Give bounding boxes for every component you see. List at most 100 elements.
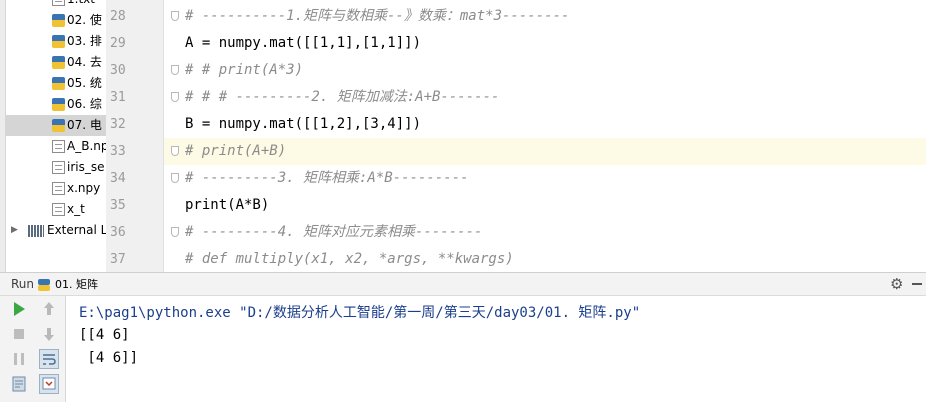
tree-item-02[interactable]: 02. 使: [6, 10, 106, 31]
code-text: B = numpy.mat([[1,2],[3,4]]): [185, 116, 422, 132]
python-file-icon: [52, 35, 65, 48]
fold-marker-icon[interactable]: [171, 146, 179, 156]
fold-marker-icon[interactable]: [171, 11, 179, 21]
line-number: 35: [110, 198, 126, 213]
line-number: 36: [110, 225, 126, 240]
code-text: A = numpy.mat([[1,1],[1,1]]): [185, 35, 422, 51]
fold-marker-icon[interactable]: [171, 65, 179, 75]
project-tree: 1.txt 02. 使 03. 排 04. 去 05. 统 06. 综 07. …: [0, 0, 106, 272]
code-text: # # # ---------2. 矩阵加减法:A+B-------: [185, 89, 500, 105]
tree-item-label: 02. 使: [67, 13, 102, 27]
text-file-icon: [52, 182, 65, 195]
tree-item-04[interactable]: 04. 去: [6, 52, 106, 73]
code-text: print(A*B): [185, 197, 270, 213]
run-tab-label[interactable]: 01. 矩阵: [55, 273, 98, 296]
code-line[interactable]: # def multiply(x1, x2, *args, **kwargs): [164, 246, 926, 273]
tree-item-03[interactable]: 03. 排: [6, 31, 106, 52]
fold-marker-icon[interactable]: [171, 92, 179, 102]
line-number: 33: [110, 144, 126, 159]
code-line[interactable]: # ---------3. 矩阵相乘:A*B---------: [164, 165, 926, 192]
console-output[interactable]: E:\pag1\python.exe "D:/数据分析人工智能/第一周/第三天/…: [66, 296, 926, 402]
tree-list: 1.txt 02. 使 03. 排 04. 去 05. 统 06. 综 07. …: [6, 0, 106, 241]
pause-button[interactable]: [9, 349, 29, 369]
gear-icon[interactable]: ⚙: [890, 273, 903, 296]
tree-item-label: External L: [47, 223, 106, 237]
code-line[interactable]: # ----------1.矩阵与数相乘--》数乘：mat*3--------: [164, 3, 926, 30]
minimize-icon[interactable]: [912, 283, 922, 285]
line-number: 31: [110, 90, 126, 105]
scroll-to-end-toggle[interactable]: [39, 374, 59, 394]
line-number: 37: [110, 252, 126, 267]
print-icon: [12, 376, 26, 392]
code-text: # # print(A*3): [185, 62, 304, 78]
code-editor[interactable]: # ----------1.矩阵与数相乘--》数乘：mat*3-------- …: [106, 0, 926, 272]
python-file-icon: [52, 56, 65, 69]
pause-icon: [14, 353, 24, 365]
code-text: # ---------3. 矩阵相乘:A*B---------: [185, 170, 469, 186]
tree-item-a-b-npy[interactable]: A_B.np: [6, 136, 106, 157]
code-line[interactable]: B = numpy.mat([[1,2],[3,4]]): [164, 111, 926, 138]
text-file-icon: [52, 161, 65, 174]
library-icon: [28, 224, 44, 237]
console-output-line: [[4 6]: [79, 327, 130, 343]
run-panel-title[interactable]: Run: [11, 273, 34, 296]
print-button[interactable]: [9, 374, 29, 394]
tree-item-label: 07. 电: [67, 118, 102, 132]
console-output-line: [4 6]]: [79, 350, 139, 366]
line-number: 28: [110, 9, 126, 24]
run-panel-header: Run 01. 矩阵 ⚙: [0, 272, 926, 296]
arrow-up-icon: [44, 302, 54, 315]
tree-item-05[interactable]: 05. 统: [6, 73, 106, 94]
stop-button[interactable]: [9, 324, 29, 344]
tree-item-label: 1.txt: [67, 0, 95, 10]
expand-arrow-icon[interactable]: ▶: [11, 220, 18, 241]
tree-item-x-t[interactable]: x_t: [6, 199, 106, 220]
code-line[interactable]: # # # ---------2. 矩阵加减法:A+B-------: [164, 84, 926, 111]
fold-marker-icon[interactable]: [171, 173, 179, 183]
code-line[interactable]: # # print(A*3): [164, 57, 926, 84]
text-file-icon: [52, 0, 65, 6]
tree-item-x-npy[interactable]: x.npy: [6, 178, 106, 199]
tree-item-07-selected[interactable]: 07. 电: [6, 115, 106, 136]
play-icon: [14, 302, 25, 316]
tree-item-external-libraries[interactable]: ▶ External L: [6, 220, 106, 241]
python-file-icon: [52, 77, 65, 90]
run-toolbar: [0, 296, 66, 402]
code-text: # print(A+B): [185, 143, 287, 159]
tree-item-label: x.npy: [67, 181, 101, 195]
tree-item-06[interactable]: 06. 综: [6, 94, 106, 115]
tree-item-iris[interactable]: iris_se: [6, 157, 106, 178]
stop-icon: [14, 329, 24, 339]
line-number: 30: [110, 63, 126, 78]
tree-item-label: 06. 综: [67, 97, 102, 111]
code-area[interactable]: # ----------1.矩阵与数相乘--》数乘：mat*3-------- …: [164, 0, 926, 272]
arrow-down-icon: [44, 328, 54, 341]
code-text: # ---------4. 矩阵对应元素相乘--------: [185, 224, 483, 240]
python-run-icon: [37, 277, 51, 291]
tree-item-label: x_t: [67, 202, 85, 216]
soft-wrap-icon: [43, 354, 56, 365]
fold-marker-icon[interactable]: [171, 227, 179, 237]
console-command-line: E:\pag1\python.exe "D:/数据分析人工智能/第一周/第三天/…: [79, 305, 641, 321]
line-number: 32: [110, 117, 126, 132]
python-file-icon: [52, 98, 65, 111]
tree-item-label: iris_se: [67, 160, 105, 174]
line-number: 29: [110, 36, 126, 51]
text-file-icon: [52, 203, 65, 216]
scroll-up-button[interactable]: [39, 299, 59, 319]
current-code-line[interactable]: # print(A+B): [164, 138, 926, 165]
python-file-icon: [52, 14, 65, 27]
tree-item-1-txt[interactable]: 1.txt: [6, 0, 106, 10]
tree-item-label: 04. 去: [67, 55, 102, 69]
text-file-icon: [52, 140, 65, 153]
python-file-icon: [52, 119, 65, 132]
rerun-button[interactable]: [9, 299, 29, 319]
tree-item-label: 03. 排: [67, 34, 102, 48]
soft-wrap-toggle[interactable]: [39, 349, 59, 369]
code-line[interactable]: print(A*B): [164, 192, 926, 219]
tree-item-label: A_B.np: [67, 139, 106, 153]
line-number: 34: [110, 171, 126, 186]
code-line[interactable]: # ---------4. 矩阵对应元素相乘--------: [164, 219, 926, 246]
scroll-down-button[interactable]: [39, 324, 59, 344]
code-line[interactable]: A = numpy.mat([[1,1],[1,1]]): [164, 30, 926, 57]
